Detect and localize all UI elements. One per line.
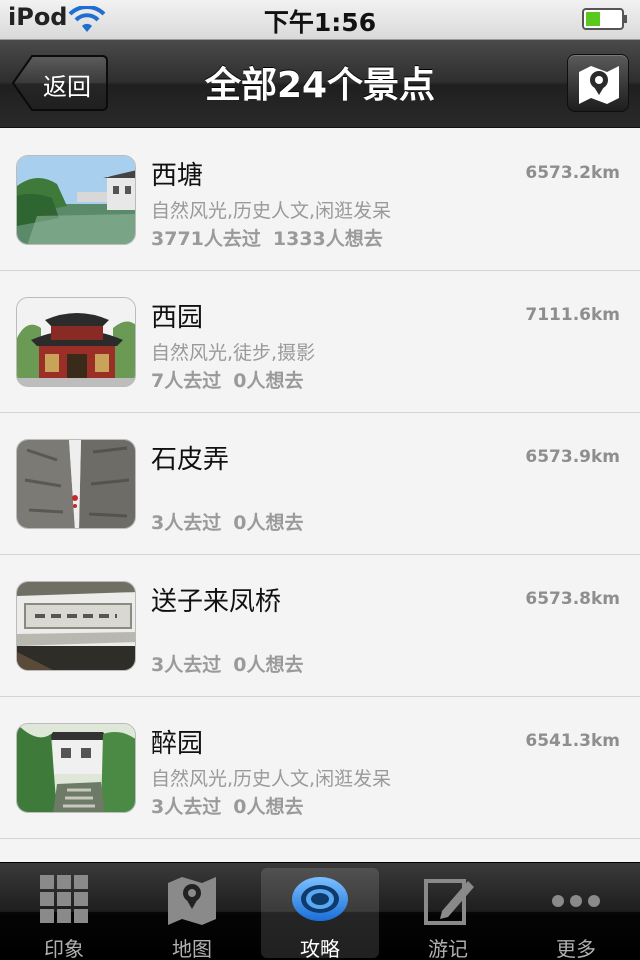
spot-thumbnail <box>16 439 136 529</box>
visited-count: 3771人去过 <box>151 228 261 250</box>
visited-count: 3人去过 <box>151 796 222 818</box>
wanted-count: 0人想去 <box>233 654 304 676</box>
wanted-count: 0人想去 <box>233 512 304 534</box>
tab-label: 更多 <box>556 937 596 960</box>
visited-count: 3人去过 <box>151 512 222 534</box>
spot-tags: 自然风光,徒步,摄影 <box>151 342 316 364</box>
status-bar: iPod 下午1:56 <box>0 0 640 40</box>
tab-guide[interactable]: 攻略 <box>261 868 379 960</box>
back-button[interactable]: 返回 <box>12 54 108 112</box>
tab-travelogue[interactable]: 游记 <box>384 863 512 960</box>
spot-name: 醉园 <box>151 729 204 759</box>
list-item[interactable]: 西塘 6573.2km 自然风光,历史人文,闲逛发呆 3771人去过 1333人想… <box>0 129 640 271</box>
battery-icon <box>582 8 627 30</box>
wanted-count: 0人想去 <box>233 796 304 818</box>
tab-bar: 印象 地图 攻略 游记 更多 <box>0 862 640 960</box>
spot-name: 石皮弄 <box>151 445 230 475</box>
list-item[interactable]: 送子来凤桥 6573.8km 3人去过 0人想去 <box>0 555 640 697</box>
list-item[interactable]: 西园 7111.6km 自然风光,徒步,摄影 7人去过 0人想去 <box>0 271 640 413</box>
clock: 下午1:56 <box>263 8 377 37</box>
list-item[interactable]: 醉园 6541.3km 自然风光,历史人文,闲逛发呆 3人去过 0人想去 <box>0 697 640 839</box>
tab-label: 印象 <box>44 937 84 960</box>
spot-name: 西塘 <box>151 161 204 191</box>
tab-label: 游记 <box>428 937 468 960</box>
visited-count: 3人去过 <box>151 654 222 676</box>
spot-distance: 6541.3km <box>525 731 620 751</box>
visited-count: 7人去过 <box>151 370 222 392</box>
wanted-count: 0人想去 <box>233 370 304 392</box>
edit-icon <box>424 879 474 925</box>
spot-tags: 自然风光,历史人文,闲逛发呆 <box>151 200 392 222</box>
eye-icon <box>292 877 348 921</box>
navigation-bar: 返回 全部24个景点 <box>0 40 640 128</box>
spot-distance: 7111.6km <box>525 305 620 325</box>
spot-stats: 3人去过 0人想去 <box>151 792 303 819</box>
map-icon <box>168 877 216 925</box>
page-title: 全部24个景点 <box>204 65 436 106</box>
tab-label: 攻略 <box>300 937 340 960</box>
spot-distance: 6573.2km <box>525 163 620 183</box>
map-view-button[interactable] <box>567 54 629 112</box>
spot-thumbnail <box>16 297 136 387</box>
spot-thumbnail <box>16 155 136 245</box>
spot-list[interactable]: 西塘 6573.2km 自然风光,历史人文,闲逛发呆 3771人去过 1333人想… <box>0 129 640 862</box>
tab-map[interactable]: 地图 <box>128 863 256 960</box>
tab-label: 地图 <box>172 937 212 960</box>
spot-distance: 6573.9km <box>525 447 620 467</box>
list-item[interactable]: 石皮弄 6573.9km 3人去过 0人想去 <box>0 413 640 555</box>
spot-stats: 3人去过 0人想去 <box>151 650 303 677</box>
grid-icon <box>40 875 88 923</box>
spot-stats: 3人去过 0人想去 <box>151 508 303 535</box>
spot-tags: 自然风光,历史人文,闲逛发呆 <box>151 768 392 790</box>
more-icon <box>552 895 600 907</box>
spot-name: 送子来凤桥 <box>151 587 282 617</box>
back-button-label: 返回 <box>43 73 91 101</box>
tab-impression[interactable]: 印象 <box>0 863 128 960</box>
spot-name: 西园 <box>151 303 204 333</box>
spot-thumbnail <box>16 581 136 671</box>
wanted-count: 1333人想去 <box>272 228 383 250</box>
spot-distance: 6573.8km <box>525 589 620 609</box>
spot-stats: 3771人去过 1333人想去 <box>151 224 383 251</box>
spot-stats: 7人去过 0人想去 <box>151 366 303 393</box>
map-pin-icon <box>579 66 619 104</box>
spot-thumbnail <box>16 723 136 813</box>
tab-more[interactable]: 更多 <box>512 863 640 960</box>
